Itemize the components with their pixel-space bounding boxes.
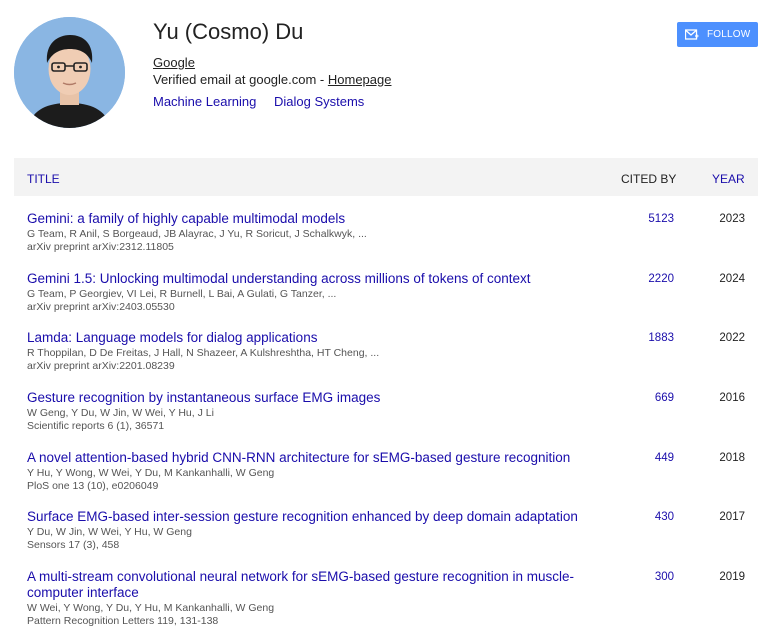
publication-authors: G Team, R Anil, S Borgeaud, JB Alayrac, … bbox=[27, 228, 367, 240]
homepage-link[interactable]: Homepage bbox=[328, 72, 392, 87]
interest-machine-learning[interactable]: Machine Learning bbox=[153, 94, 256, 109]
publication-venue: PloS one 13 (10), e0206049 bbox=[27, 480, 159, 492]
affiliation-link[interactable]: Google bbox=[153, 55, 195, 70]
sort-by-year-button[interactable]: YEAR bbox=[712, 172, 745, 186]
publication-authors: W Wei, Y Wong, Y Du, Y Hu, M Kankanhalli… bbox=[27, 602, 275, 614]
publication-title-link[interactable]: Lamda: Language models for dialog applic… bbox=[27, 330, 627, 346]
publication-venue: arXiv preprint arXiv:2403.05530 bbox=[27, 301, 175, 313]
publication-title-link[interactable]: A novel attention-based hybrid CNN-RNN a… bbox=[27, 450, 627, 466]
interest-dialog-systems[interactable]: Dialog Systems bbox=[274, 94, 364, 109]
publication-authors: W Geng, Y Du, W Jin, W Wei, Y Hu, J Li bbox=[27, 407, 214, 419]
profile-header: Yu (Cosmo) Du Google Verified email at g… bbox=[0, 0, 765, 150]
email-line: Verified email at google.com - Homepage bbox=[153, 72, 391, 87]
verified-email-text: Verified email at google.com - bbox=[153, 72, 328, 87]
publication-authors: G Team, P Georgiev, VI Lei, R Burnell, L… bbox=[27, 288, 337, 300]
publication-venue: arXiv preprint arXiv:2312.11805 bbox=[27, 241, 174, 253]
publication-year: 2024 bbox=[719, 273, 745, 285]
publication-title-link[interactable]: Gemini 1.5: Unlocking multimodal underst… bbox=[27, 271, 627, 287]
publication-venue: Scientific reports 6 (1), 36571 bbox=[27, 420, 165, 432]
citation-count-link[interactable]: 1883 bbox=[614, 332, 674, 344]
citation-count-link[interactable]: 669 bbox=[614, 392, 674, 404]
publication-title-link[interactable]: Gesture recognition by instantaneous sur… bbox=[27, 390, 627, 406]
profile-photo bbox=[14, 17, 125, 128]
avatar[interactable] bbox=[14, 17, 125, 128]
publication-venue: Pattern Recognition Letters 119, 131-138 bbox=[27, 615, 219, 627]
sort-by-title-button[interactable]: TITLE bbox=[27, 172, 60, 186]
publication-title-link[interactable]: A multi-stream convolutional neural netw… bbox=[27, 569, 607, 601]
profile-name: Yu (Cosmo) Du bbox=[153, 19, 304, 44]
citation-count-link[interactable]: 300 bbox=[614, 571, 674, 583]
publication-venue: arXiv preprint arXiv:2201.08239 bbox=[27, 360, 175, 372]
publication-year: 2023 bbox=[719, 213, 745, 225]
publication-authors: R Thoppilan, D De Freitas, J Hall, N Sha… bbox=[27, 347, 380, 359]
publication-authors: Y Hu, Y Wong, W Wei, Y Du, M Kankanhalli… bbox=[27, 467, 275, 479]
publication-year: 2019 bbox=[719, 571, 745, 583]
publication-year: 2017 bbox=[719, 511, 745, 523]
envelope-icon bbox=[685, 28, 699, 40]
publication-title-link[interactable]: Surface EMG-based inter-session gesture … bbox=[27, 509, 627, 525]
publication-title-link[interactable]: Gemini: a family of highly capable multi… bbox=[27, 211, 627, 227]
publications-table-header: TITLE CITED BY YEAR bbox=[14, 158, 758, 196]
research-interests: Machine Learning Dialog Systems bbox=[153, 94, 378, 109]
publication-year: 2018 bbox=[719, 452, 745, 464]
follow-button[interactable]: FOLLOW bbox=[677, 22, 758, 47]
publication-authors: Y Du, W Jin, W Wei, Y Hu, W Geng bbox=[27, 526, 192, 538]
publication-year: 2016 bbox=[719, 392, 745, 404]
publication-venue: Sensors 17 (3), 458 bbox=[27, 539, 120, 551]
publication-year: 2022 bbox=[719, 332, 745, 344]
cited-by-header: CITED BY bbox=[621, 172, 677, 186]
follow-label: FOLLOW bbox=[707, 29, 751, 40]
citation-count-link[interactable]: 2220 bbox=[614, 273, 674, 285]
citation-count-link[interactable]: 449 bbox=[614, 452, 674, 464]
citation-count-link[interactable]: 430 bbox=[614, 511, 674, 523]
citation-count-link[interactable]: 5123 bbox=[614, 213, 674, 225]
